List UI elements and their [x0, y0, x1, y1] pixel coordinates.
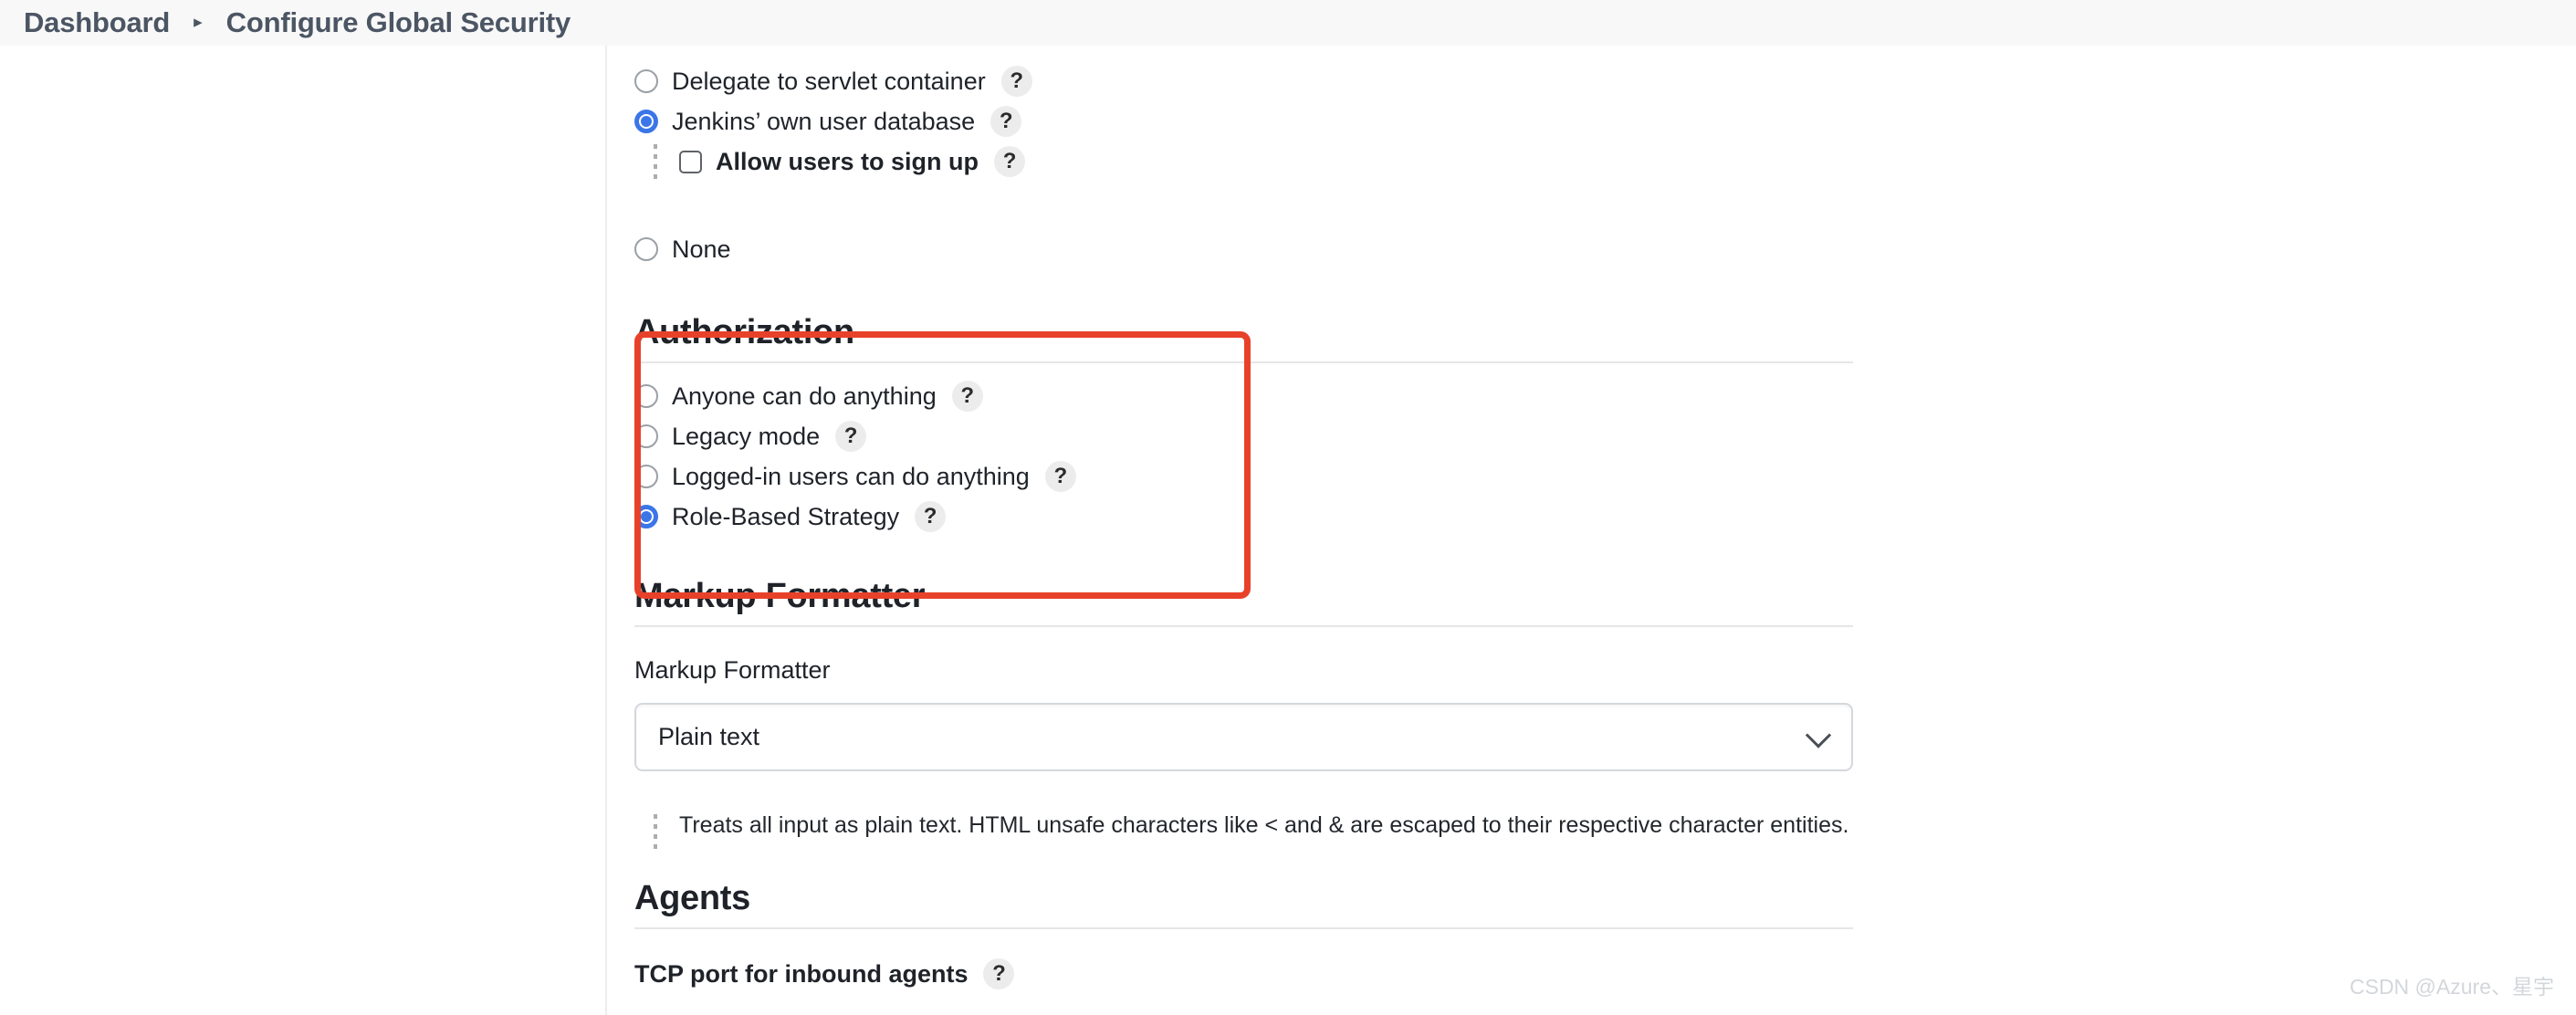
security-realm-group: Delegate to servlet container ? Jenkins’… — [634, 46, 1912, 269]
chevron-down-icon — [1805, 721, 1832, 748]
checkbox-row-allow-users-to-sign-up[interactable]: Allow users to sign up ? — [634, 141, 1912, 182]
radio-row-delegate-to-servlet-container[interactable]: Delegate to servlet container ? — [634, 61, 1912, 101]
description-text-markup-formatter: Treats all input as plain text. HTML uns… — [679, 812, 1849, 838]
breadcrumb-separator-icon: ▸ — [194, 12, 203, 32]
radio-delegate-to-servlet-container[interactable] — [634, 69, 658, 93]
radio-label-none: None — [672, 235, 731, 263]
breadcrumb-item-dashboard[interactable]: Dashboard — [24, 6, 170, 39]
help-icon-role-based-strategy[interactable]: ? — [915, 501, 947, 532]
field-label-markup-formatter: Markup Formatter — [634, 656, 831, 684]
sidebar-rail — [0, 46, 607, 1015]
section-heading-authorization: Authorization — [634, 313, 854, 351]
select-value-markup-formatter: Plain text — [658, 723, 760, 750]
breadcrumb-item-configure-global-security[interactable]: Configure Global Security — [226, 6, 571, 39]
radio-role-based-strategy[interactable] — [634, 505, 658, 528]
breadcrumb: Dashboard ▸ Configure Global Security — [0, 0, 2576, 46]
help-icon-tcp-port-for-inbound-agents[interactable]: ? — [983, 958, 1015, 989]
section-divider-markup-formatter — [634, 625, 1853, 627]
radio-row-none[interactable]: None — [634, 229, 1912, 269]
radio-anyone-can-do-anything[interactable] — [634, 384, 658, 408]
radio-row-logged-in-users-can-do-anything[interactable]: Logged-in users can do anything ? — [634, 456, 1912, 497]
watermark: CSDN @Azure、星宇 — [2350, 975, 2554, 999]
help-icon-allow-users-to-sign-up[interactable]: ? — [994, 146, 1026, 177]
help-icon-delegate-to-servlet-container[interactable]: ? — [1000, 66, 1032, 97]
select-markup-formatter[interactable]: Plain text — [634, 703, 1853, 771]
radio-row-legacy-mode[interactable]: Legacy mode ? — [634, 416, 1912, 456]
radio-row-role-based-strategy[interactable]: Role-Based Strategy ? — [634, 497, 1912, 537]
help-icon-logged-in-users-can-do-anything[interactable]: ? — [1044, 461, 1076, 492]
radio-label-legacy-mode: Legacy mode — [672, 422, 821, 450]
section-divider-agents — [634, 927, 1853, 929]
radio-row-anyone-can-do-anything[interactable]: Anyone can do anything ? — [634, 376, 1912, 416]
radio-row-jenkins-own-user-database[interactable]: Jenkins’ own user database ? — [634, 101, 1912, 141]
indent-guide-icon — [654, 814, 657, 853]
checkbox-allow-users-to-sign-up[interactable] — [679, 150, 702, 173]
radio-label-anyone-can-do-anything: Anyone can do anything — [672, 382, 937, 410]
radio-label-jenkins-own-user-database: Jenkins’ own user database — [672, 107, 976, 135]
authorization-options: Anyone can do anything ? Legacy mode ? L… — [634, 363, 1912, 537]
markup-formatter-section: Markup Formatter Markup Formatter Plain … — [634, 577, 1912, 853]
section-heading-agents: Agents — [634, 879, 750, 917]
help-icon-jenkins-own-user-database[interactable]: ? — [990, 106, 1022, 137]
page-body: Delegate to servlet container ? Jenkins’… — [0, 46, 2576, 1015]
radio-label-delegate-to-servlet-container: Delegate to servlet container — [672, 67, 986, 95]
authorization-section: Authorization Anyone can do anything ? L… — [634, 313, 1912, 537]
radio-logged-in-users-can-do-anything[interactable] — [634, 465, 658, 488]
radio-legacy-mode[interactable] — [634, 424, 658, 448]
section-heading-markup-formatter: Markup Formatter — [634, 577, 926, 615]
agents-section: Agents TCP port for inbound agents ? — [634, 879, 1912, 989]
radio-none[interactable] — [634, 237, 658, 261]
main-content: Delegate to servlet container ? Jenkins’… — [634, 46, 1912, 989]
checkbox-label-allow-users-to-sign-up: Allow users to sign up — [716, 147, 979, 175]
field-label-text-tcp-port: TCP port for inbound agents — [634, 959, 969, 988]
field-label-tcp-port-for-inbound-agents: TCP port for inbound agents ? — [634, 958, 1912, 989]
radio-jenkins-own-user-database[interactable] — [634, 110, 658, 133]
description-markup-formatter: Treats all input as plain text. HTML uns… — [634, 812, 1912, 853]
radio-label-logged-in-users-can-do-anything: Logged-in users can do anything — [672, 462, 1030, 490]
help-icon-anyone-can-do-anything[interactable]: ? — [951, 381, 983, 412]
help-icon-legacy-mode[interactable]: ? — [835, 421, 867, 452]
indent-guide-icon — [654, 144, 657, 179]
radio-label-role-based-strategy: Role-Based Strategy — [672, 502, 900, 530]
